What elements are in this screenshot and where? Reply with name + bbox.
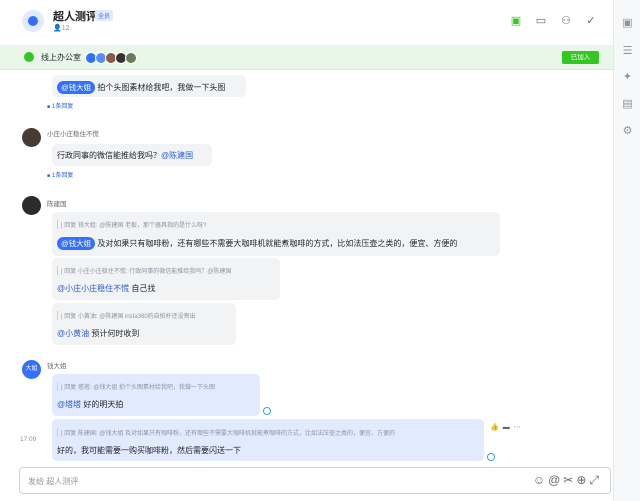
joined-button[interactable]: 已加入 [562, 51, 599, 64]
read-status-icon[interactable] [263, 407, 271, 415]
emoji-icon[interactable]: ☺ [533, 473, 548, 487]
group-title[interactable]: 超人测评 [53, 8, 97, 24]
read-status-icon[interactable] [487, 453, 495, 461]
reply-quote[interactable]: | 回复 塔塔: @钱大姐 拍个头图素材给我吧，我做一下头图 [57, 382, 215, 391]
mention[interactable]: @小黄油 [57, 329, 89, 338]
members-icon: 👤 [53, 25, 62, 32]
thread-replies-link[interactable]: 1条回复 [47, 170, 73, 179]
settings-icon[interactable]: ⚙ [614, 124, 640, 137]
avatar[interactable] [22, 128, 41, 147]
sender-name[interactable]: 陈建国 [47, 198, 67, 208]
message-body: 好的明天拍 [81, 400, 124, 409]
message-hover-toolbar: 👍▬⋯ [490, 423, 525, 431]
mention[interactable]: @钱大姐 [57, 237, 96, 250]
member-count[interactable]: 👤12 [53, 24, 70, 32]
at-icon[interactable]: @ [548, 473, 563, 487]
reply-icon[interactable]: ▬ [503, 424, 514, 431]
chat-header: 超人测评 全员 👤12 ▣ ▭ ⚇ ✓ [0, 0, 613, 42]
more-icon[interactable]: ⋯ [514, 424, 525, 431]
video-icon[interactable]: ▭ [534, 14, 548, 28]
sender-name[interactable]: 小庄小庄稳住不慌 [47, 128, 99, 138]
message-text: @塔塔 好的明天拍 [57, 399, 123, 410]
message-body: 及对如果只有咖啡粉，还有哪些不需要大咖啡机就能煮咖啡的方式，比如法压壶之类的，便… [95, 239, 458, 248]
thread-replies-link[interactable]: 1条回复 [47, 101, 73, 110]
scissors-icon[interactable]: ✂ [563, 473, 576, 487]
message-text: @钱大姐 及对如果只有咖啡粉，还有哪些不需要大咖啡机就能煮咖啡的方式，比如法压壶… [57, 237, 457, 250]
expand-icon[interactable]: ⤢ [589, 473, 602, 487]
mention[interactable]: @陈建国 [161, 151, 193, 160]
mention[interactable]: @小庄小庄稳住不慌 [57, 284, 129, 293]
online-office-banner[interactable]: 线上办公室 已加入 [0, 45, 613, 70]
reply-quote[interactable]: | 回复 陈建国: @钱大姐 及对如果只有咖啡粉，还有哪些不需要大咖啡机就能煮咖… [57, 428, 395, 437]
avatar[interactable]: 大姐 [22, 360, 41, 379]
message-body: 预计何时收到 [89, 329, 140, 338]
input-toolbar: ☺@✂⊕⤢ [533, 473, 602, 488]
briefcase-icon[interactable]: ▣ [614, 16, 640, 29]
message-text: @小黄油 预计何时收到 [57, 328, 139, 339]
chat-window: 超人测评 全员 👤12 ▣ ▭ ⚇ ✓ 线上办公室 已加入 @钱大姐 拍个头图素… [0, 0, 640, 501]
message-time: 17:09 [20, 436, 37, 443]
pin-icon[interactable]: ✦ [614, 70, 640, 83]
sender-name[interactable]: 钱大姐 [47, 360, 67, 370]
group-avatar[interactable] [22, 10, 44, 32]
avatar[interactable] [22, 196, 41, 215]
add-member-icon[interactable]: ⚇ [559, 14, 573, 28]
message-text: @小庄小庄稳住不慌 自己找 [57, 283, 155, 294]
office-icon [24, 52, 34, 62]
message-input[interactable]: 发给 超人测评 ☺@✂⊕⤢ [19, 467, 611, 494]
list-icon[interactable]: ☰ [614, 44, 640, 57]
message-text: 行政同事的微信能推给我吗？@陈建国 [57, 150, 193, 161]
doc-icon[interactable]: ▤ [614, 97, 640, 110]
reply-quote[interactable]: | 回复 钱大姐: @陈建国 老板，那个器具指的是什么呀? [57, 220, 206, 229]
mention[interactable]: @钱大姐 [57, 81, 96, 94]
thumbs-up-icon[interactable]: 👍 [490, 424, 503, 431]
message-text: @钱大姐 拍个头图素材给我吧，我做一下头图 [57, 81, 225, 94]
mention[interactable]: @塔塔 [57, 400, 81, 409]
reply-quote[interactable]: | 回复 小庄小庄稳住不慌: 行政同事的微信能推给我吗？@陈建国 [57, 266, 231, 275]
message-text: 好的，我可能需要一购买咖啡粉，然后需要闪送一下 [57, 446, 241, 455]
avatar [125, 52, 137, 64]
reply-quote[interactable]: | 回复 小黄油: @陈建国 insta360的自拍杆还没寄出 [57, 311, 196, 320]
all-staff-badge: 全员 [95, 10, 114, 21]
office-label: 线上办公室 [41, 53, 81, 62]
message-body: 拍个头图素材给我吧，我做一下头图 [95, 83, 226, 92]
check-icon[interactable]: ✓ [584, 14, 598, 28]
member-count-value: 12 [61, 25, 70, 32]
message-body: 自己找 [129, 284, 156, 293]
meeting-icon[interactable]: ▣ [509, 14, 523, 28]
right-rail: ▣ ☰ ✦ ▤ ⚙ [613, 0, 640, 501]
message-body: 行政同事的微信能推给我吗？ [57, 151, 161, 160]
chat-main: 超人测评 全员 👤12 ▣ ▭ ⚇ ✓ 线上办公室 已加入 @钱大姐 拍个头图素… [0, 0, 613, 501]
input-placeholder: 发给 超人测评 [28, 477, 79, 486]
plus-icon[interactable]: ⊕ [576, 473, 589, 487]
office-member-avatars [85, 51, 137, 64]
